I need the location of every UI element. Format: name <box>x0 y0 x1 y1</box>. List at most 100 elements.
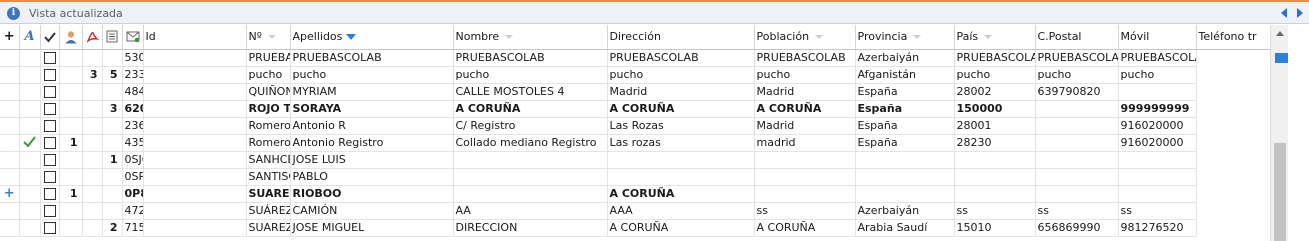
cell-cp[interactable] <box>954 151 1036 169</box>
col-pais[interactable]: País <box>954 25 1036 50</box>
cell-id[interactable]: 236429 <box>122 117 144 135</box>
cell-nombre[interactable]: CAMIÓN <box>290 202 454 220</box>
cell-nombre[interactable]: JOSE MIGUEL <box>290 219 454 237</box>
cell-movil[interactable] <box>1035 151 1119 169</box>
col-direccion[interactable]: Dirección <box>607 25 755 50</box>
person-icon[interactable] <box>64 30 78 44</box>
cell-n[interactable] <box>143 185 247 203</box>
col-apellidos[interactable]: Apellidos <box>290 25 454 50</box>
scroll-thumb[interactable] <box>1274 143 1286 241</box>
table-row[interactable]: 3620479ROJO TORIOSORAYAA CORUÑAA CORUÑAA… <box>0 100 1273 118</box>
cell-id[interactable]: 530292 <box>122 49 144 67</box>
cell-c6[interactable] <box>102 202 123 220</box>
cell-c6[interactable]: 2 <box>102 219 123 237</box>
col-nombre[interactable]: Nombre <box>453 25 608 50</box>
row-action-cell[interactable] <box>0 134 20 152</box>
cell-poblacion[interactable]: AAA <box>607 202 755 220</box>
row-action-cell[interactable] <box>0 100 20 118</box>
cell-telefono[interactable]: 981276520 <box>1118 219 1197 237</box>
cell-telefono[interactable] <box>1118 83 1197 101</box>
cell-telefono[interactable]: 916020000 <box>1118 117 1197 135</box>
row-checkbox-cell[interactable] <box>40 117 60 135</box>
row-checkbox[interactable] <box>43 188 56 200</box>
cell-direccion[interactable]: CALLE MOSTOLES 4 <box>453 83 608 101</box>
cell-c4[interactable] <box>59 83 83 101</box>
row-checkbox[interactable] <box>43 86 56 98</box>
cell-c4[interactable] <box>59 219 83 237</box>
row-checkbox[interactable] <box>43 205 56 217</box>
cell-provincia[interactable]: A CORUÑA <box>754 219 856 237</box>
cell-poblacion[interactable]: pucho <box>607 66 755 84</box>
cell-n[interactable] <box>143 66 247 84</box>
cell-c5[interactable] <box>82 49 103 67</box>
row-checkbox-cell[interactable] <box>40 202 60 220</box>
cell-c5[interactable] <box>82 117 103 135</box>
cell-apellidos[interactable]: pucho <box>246 66 291 84</box>
col-n[interactable]: Nº <box>246 25 291 50</box>
cell-nombre[interactable]: pucho <box>290 66 454 84</box>
cell-movil[interactable] <box>1035 117 1119 135</box>
cell-movil[interactable] <box>1035 100 1119 118</box>
cell-provincia[interactable]: madrid <box>754 134 856 152</box>
cell-telefono[interactable]: 999999999 <box>1118 100 1197 118</box>
cell-c5[interactable]: 3 <box>82 66 103 84</box>
cell-poblacion[interactable]: Madrid <box>607 83 755 101</box>
cell-nombre[interactable]: RIOBOO <box>290 185 454 203</box>
col-add[interactable]: + <box>0 25 20 50</box>
row-checkbox[interactable] <box>43 52 56 64</box>
cell-poblacion[interactable]: A CORUÑA <box>607 100 755 118</box>
cell-movil[interactable] <box>1035 185 1119 203</box>
col-font[interactable]: A <box>19 25 41 50</box>
cell-direccion[interactable] <box>453 185 608 203</box>
table-row[interactable]: 472476SUÁREZCAMIÓNAAAAAssAzerbaiyánsssss… <box>0 202 1273 220</box>
row-action-cell[interactable] <box>0 66 20 84</box>
cell-poblacion[interactable] <box>607 168 755 186</box>
cell-id[interactable]: 0SJQ1C <box>122 151 144 169</box>
table-row[interactable]: 484580 QUIÑONES GARCIAMYRIAMCALLE MOSTOLE… <box>0 83 1273 101</box>
cell-c6[interactable]: 3 <box>102 100 123 118</box>
cell-c4[interactable]: 1 <box>59 185 83 203</box>
row-action-cell[interactable] <box>0 168 20 186</box>
row-checkbox[interactable] <box>43 222 56 234</box>
cell-provincia[interactable]: pucho <box>754 66 856 84</box>
cell-c4[interactable] <box>59 168 83 186</box>
cell-c6[interactable] <box>102 49 123 67</box>
row-action-cell[interactable] <box>0 151 20 169</box>
cell-telefono[interactable]: pucho <box>1118 66 1197 84</box>
cell-c6[interactable] <box>102 83 123 101</box>
cell-c5[interactable] <box>82 83 103 101</box>
cell-n[interactable] <box>143 100 247 118</box>
cell-cp[interactable]: 28230 <box>954 134 1036 152</box>
row-checkbox-cell[interactable] <box>40 100 60 118</box>
cell-cp[interactable]: 28002 <box>954 83 1036 101</box>
cell-direccion[interactable]: A CORUÑA <box>453 100 608 118</box>
cell-direccion[interactable]: pucho <box>453 66 608 84</box>
cell-pais[interactable]: España <box>855 117 955 135</box>
cell-pais[interactable]: Azerbaiyán <box>855 202 955 220</box>
cell-poblacion[interactable] <box>607 151 755 169</box>
cell-poblacion[interactable]: A CORUÑA <box>607 219 755 237</box>
cell-direccion[interactable]: C/ Registro <box>453 117 608 135</box>
row-checkbox-cell[interactable] <box>40 168 60 186</box>
cell-c5[interactable] <box>82 219 103 237</box>
table-row[interactable]: 2715366SUAREZJOSE MIGUELDIRECCIONA CORUÑ… <box>0 219 1273 237</box>
filter-arrow-icon[interactable] <box>913 35 922 40</box>
add-icon[interactable]: + <box>4 29 15 44</box>
cell-id[interactable]: 472476 <box>122 202 144 220</box>
col-person[interactable] <box>59 25 83 50</box>
cell-n[interactable] <box>143 151 247 169</box>
filter-arrow-icon[interactable] <box>815 35 824 40</box>
cell-pais[interactable]: Afganistán <box>855 66 955 84</box>
cell-id[interactable]: 715366 <box>122 219 144 237</box>
cell-pais[interactable]: España <box>855 83 955 101</box>
col-poblacion[interactable]: Población <box>754 25 856 50</box>
col-document[interactable] <box>102 25 123 50</box>
cell-cp[interactable]: PRUEBASCOLAB <box>954 49 1036 67</box>
row-action-cell[interactable] <box>0 202 20 220</box>
cell-cp[interactable]: pucho <box>954 66 1036 84</box>
table-row[interactable]: 35233785puchopuchopuchopuchopuchoAfganis… <box>0 66 1273 84</box>
table-row[interactable]: 0SPGLQ SANTISO LORENZOPABLO <box>0 168 1273 186</box>
cell-c4[interactable] <box>59 202 83 220</box>
cell-c4[interactable] <box>59 151 83 169</box>
cell-c6[interactable] <box>102 185 123 203</box>
